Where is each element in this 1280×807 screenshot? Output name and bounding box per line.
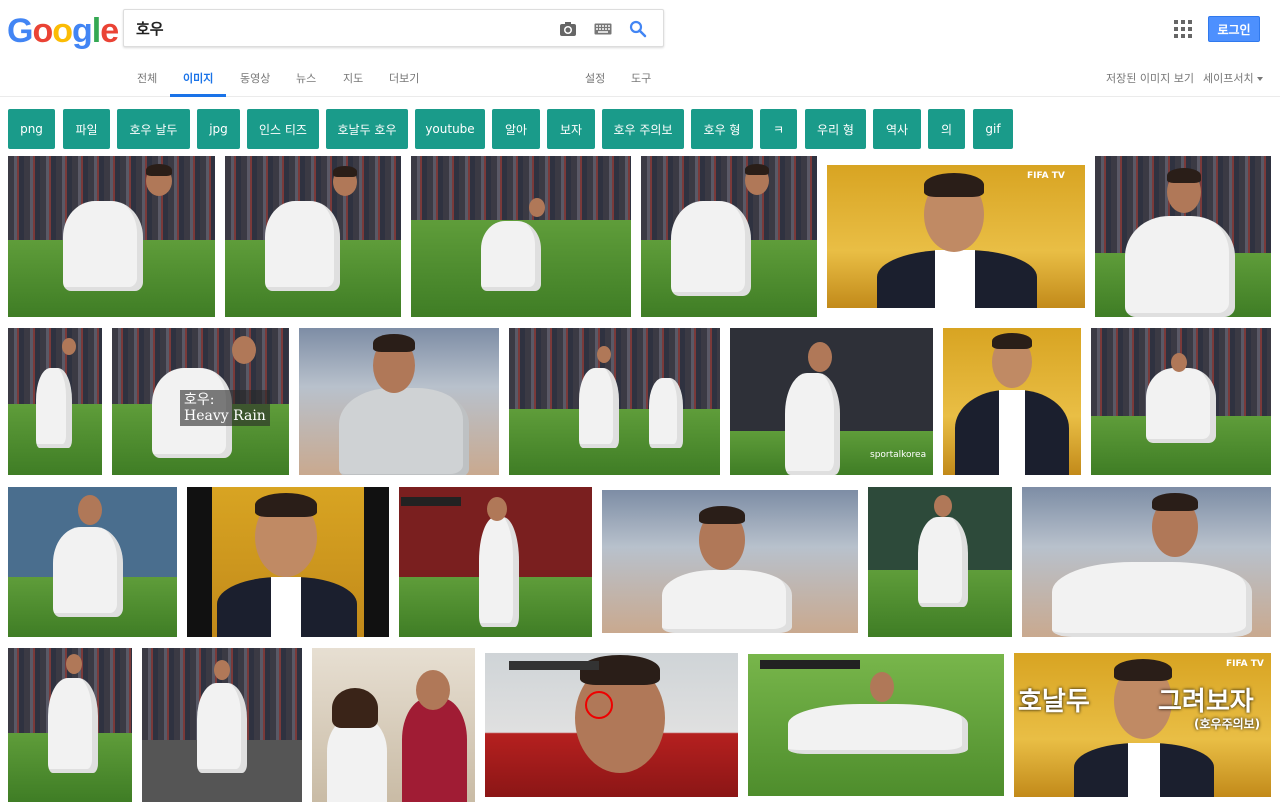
apps-grid-icon[interactable]: [1174, 20, 1192, 38]
chip[interactable]: 호날두 호우: [326, 109, 408, 149]
image-result[interactable]: [509, 328, 720, 475]
logo-letter: e: [100, 12, 119, 50]
chip[interactable]: jpg: [197, 109, 240, 149]
image-result[interactable]: [1091, 328, 1271, 475]
logo-letter: o: [32, 12, 53, 50]
search-icon[interactable]: [627, 18, 649, 40]
safesearch-label: 세이프서치: [1203, 72, 1254, 85]
chip[interactable]: 호우 주의보: [602, 109, 684, 149]
logo-letter: g: [72, 12, 93, 50]
keyboard-icon[interactable]: [592, 18, 614, 40]
chip[interactable]: png: [8, 109, 55, 149]
chip[interactable]: 역사: [873, 109, 921, 149]
login-button[interactable]: 로그인: [1208, 16, 1260, 42]
header: Google 로그인 전체 이미지 동영상 뉴스 지도 더보기 설정 도구 저장…: [0, 0, 1280, 97]
image-result[interactable]: [1022, 487, 1271, 637]
image-result[interactable]: sportalkorea: [730, 328, 933, 475]
image-result[interactable]: [748, 654, 1004, 796]
image-result[interactable]: [943, 328, 1081, 475]
tab-videos[interactable]: 동영상: [240, 70, 270, 86]
banner-subtext: (호우주의보): [1194, 717, 1261, 731]
image-result[interactable]: [641, 156, 817, 317]
image-result[interactable]: FIFA TV: [827, 165, 1085, 308]
tab-news[interactable]: 뉴스: [296, 70, 316, 86]
image-result[interactable]: [485, 653, 738, 797]
google-logo[interactable]: Google: [7, 12, 119, 51]
chip[interactable]: youtube: [415, 109, 485, 149]
banner-text-left: 호날두: [1018, 687, 1090, 717]
image-result[interactable]: [225, 156, 401, 317]
tab-more[interactable]: 더보기: [389, 70, 419, 86]
image-result[interactable]: [602, 490, 858, 633]
image-result[interactable]: [142, 648, 302, 802]
chip[interactable]: ㅋ: [760, 109, 797, 149]
banner-text-right: 그려보자: [1158, 687, 1254, 717]
image-result[interactable]: [312, 648, 475, 802]
camera-icon[interactable]: [557, 18, 579, 40]
highlight-circle: [585, 691, 613, 719]
fifa-tv-watermark: FIFA TV: [1027, 171, 1065, 181]
settings-link[interactable]: 설정: [585, 70, 605, 86]
fifa-tv-watermark: FIFA TV: [1226, 659, 1264, 669]
sportalkorea-watermark: sportalkorea: [870, 450, 927, 460]
image-result[interactable]: [8, 487, 177, 637]
chip[interactable]: 의: [928, 109, 965, 149]
image-result[interactable]: [8, 328, 102, 475]
image-result[interactable]: [299, 328, 499, 475]
image-result[interactable]: [1095, 156, 1271, 317]
chip[interactable]: 파일: [63, 109, 110, 149]
saved-images-link[interactable]: 저장된 이미지 보기: [1106, 70, 1194, 86]
logo-letter: G: [7, 12, 33, 50]
chip[interactable]: gif: [973, 109, 1013, 149]
tab-images[interactable]: 이미지: [183, 70, 213, 86]
image-result[interactable]: [411, 156, 631, 317]
safesearch-dropdown[interactable]: 세이프서치: [1203, 70, 1263, 86]
chip[interactable]: 알아: [492, 109, 540, 149]
image-result[interactable]: [399, 487, 592, 637]
search-input[interactable]: [136, 10, 556, 46]
chip[interactable]: 보자: [547, 109, 595, 149]
tab-all[interactable]: 전체: [137, 70, 157, 86]
chip[interactable]: 호우 날두: [117, 109, 190, 149]
chip[interactable]: 우리 형: [805, 109, 866, 149]
tab-maps[interactable]: 지도: [343, 70, 363, 86]
search-box: [123, 9, 664, 47]
logo-letter: o: [52, 12, 73, 50]
image-result[interactable]: [187, 487, 389, 637]
image-result[interactable]: [8, 156, 215, 317]
logo-letter: l: [91, 12, 102, 50]
image-result[interactable]: [868, 487, 1012, 637]
search-tabs: 전체 이미지 동영상 뉴스 지도 더보기 설정 도구 저장된 이미지 보기 세이…: [0, 60, 1280, 97]
image-result[interactable]: [8, 648, 132, 802]
heavy-rain-caption: 호우: Heavy Rain: [180, 390, 270, 426]
active-tab-indicator: [170, 94, 226, 97]
image-result[interactable]: 호날두 그려보자 (호우주의보) FIFA TV: [1014, 653, 1271, 797]
image-result[interactable]: 호우: Heavy Rain: [112, 328, 289, 475]
chip[interactable]: 인스 티즈: [247, 109, 319, 149]
chip[interactable]: 호우 형: [691, 109, 753, 149]
tools-link[interactable]: 도구: [631, 70, 651, 86]
chevron-down-icon: [1256, 77, 1263, 81]
